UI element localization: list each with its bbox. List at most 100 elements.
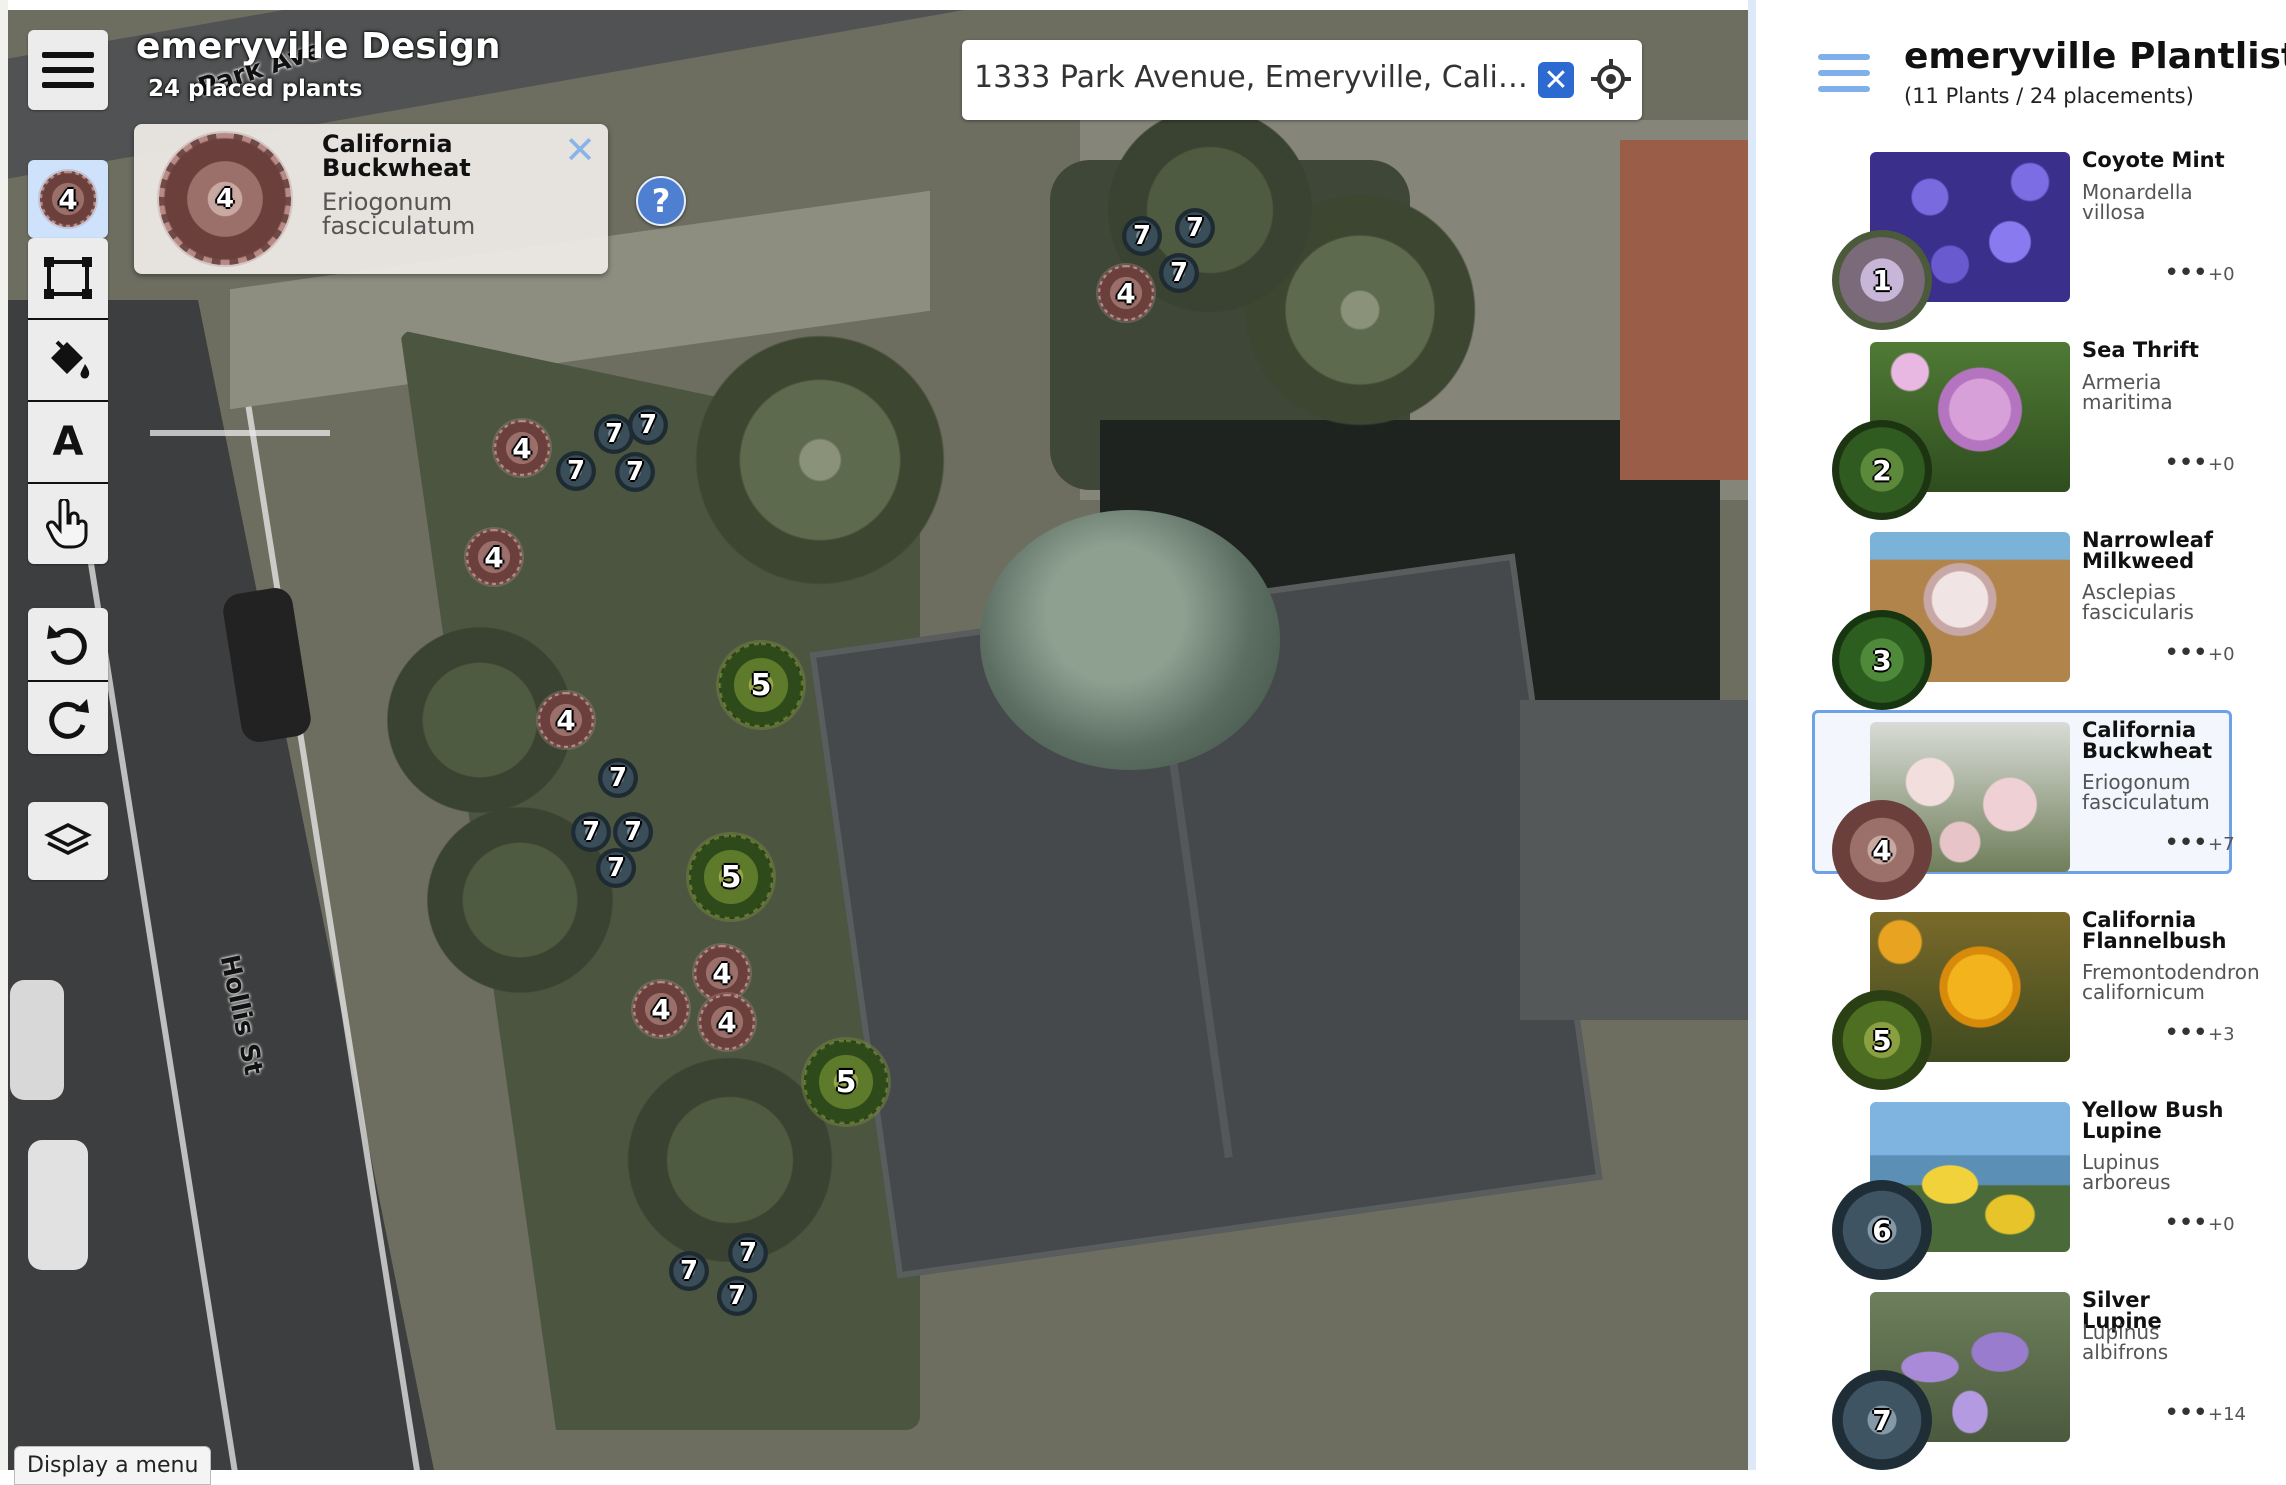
plant-marker-4[interactable]: 4: [1098, 265, 1154, 321]
placed-plants-count: 24 placed plants: [148, 76, 363, 102]
plant-scientific-name: Lupinus arboreus: [2082, 1150, 2171, 1194]
plant-scientific-name: Armeria maritima: [2082, 370, 2173, 414]
plant-marker-5[interactable]: 5: [719, 643, 803, 727]
undo-icon: [47, 625, 87, 665]
active-plant-icon: 4: [40, 171, 96, 227]
more-options-icon[interactable]: •••: [2164, 448, 2208, 478]
more-options-icon[interactable]: •••: [2164, 1208, 2208, 1238]
plant-marker-7[interactable]: 7: [598, 758, 638, 798]
layers-icon: [44, 823, 92, 855]
plant-marker-7[interactable]: 7: [1122, 216, 1162, 256]
rectangle-tool[interactable]: [28, 238, 108, 320]
plant-marker-7[interactable]: 7: [1159, 253, 1199, 293]
placement-count: +0: [2208, 1214, 2235, 1235]
selected-plant-card[interactable]: 4 California Buckwheat Eriogonum fascicu…: [134, 124, 608, 274]
plant-scientific-name: Lupinus albifrons: [2082, 1320, 2169, 1364]
design-title: emeryville Design: [136, 26, 501, 67]
placement-count: +14: [2208, 1404, 2246, 1425]
plant-marker-4[interactable]: 4: [699, 994, 755, 1050]
help-button[interactable]: ?: [636, 176, 686, 226]
more-options-icon[interactable]: •••: [2164, 638, 2208, 668]
plant-badge-5: 5: [1832, 990, 1932, 1090]
more-options-icon[interactable]: •••: [2164, 258, 2208, 288]
plantlist-title: emeryville Plantlist: [1904, 36, 2286, 77]
plant-item-california-flannelbush[interactable]: 5 California Flannelbush Fremontodendron…: [1812, 900, 2260, 1090]
plant-marker-5[interactable]: 5: [689, 835, 773, 919]
dome: [980, 510, 1280, 770]
undo-button[interactable]: [28, 608, 108, 682]
more-options-icon[interactable]: •••: [2164, 1398, 2208, 1428]
plant-badge-7: 7: [1832, 1370, 1932, 1470]
plant-marker-7[interactable]: 7: [556, 451, 596, 491]
search-input[interactable]: 1333 Park Avenue, Emeryville, California: [974, 60, 1534, 95]
plant-marker-7[interactable]: 7: [615, 452, 655, 492]
annex-roof: [1520, 700, 1748, 1020]
tool-group: A: [28, 238, 108, 564]
plant-badge-3: 3: [1832, 610, 1932, 710]
plant-common-name: Yellow Bush Lupine: [2082, 1098, 2224, 1143]
brick-roof: [1620, 140, 1748, 480]
menu-tooltip: Display a menu: [14, 1446, 212, 1485]
plant-badge-2: 2: [1832, 420, 1932, 520]
address-search: 1333 Park Avenue, Emeryville, California…: [962, 40, 1642, 120]
plant-marker-4[interactable]: 4: [694, 945, 750, 1001]
plant-badge-1: 1: [1832, 230, 1932, 330]
plant-item-coyote-mint[interactable]: 1 Coyote Mint Monardella villosa ••• +0: [1812, 140, 2235, 330]
selected-plant-common-name: California Buckwheat: [322, 130, 471, 182]
more-options-icon[interactable]: •••: [2164, 1018, 2208, 1048]
text-tool-icon: A: [52, 419, 84, 465]
lane-line: [150, 430, 330, 436]
active-plant-button[interactable]: 4: [28, 160, 108, 238]
placement-count: +3: [2208, 1024, 2235, 1045]
plant-common-name: California Flannelbush: [2082, 908, 2227, 953]
placement-count: +0: [2208, 454, 2235, 475]
plant-marker-7[interactable]: 7: [728, 1233, 768, 1273]
plant-marker-7[interactable]: 7: [1175, 208, 1215, 248]
more-options-icon[interactable]: •••: [2164, 828, 2208, 858]
fill-tool[interactable]: [28, 320, 108, 402]
plant-badge-6: 6: [1832, 1180, 1932, 1280]
plant-item-yellow-bush-lupine[interactable]: 6 Yellow Bush Lupine Lupinus arboreus ••…: [1812, 1090, 2235, 1280]
plant-marker-7[interactable]: 7: [717, 1276, 757, 1316]
hand-pointer-icon: [46, 499, 88, 549]
plant-item-silver-lupine[interactable]: 7 Silver Lupine Lupinus albifrons ••• +1…: [1812, 1280, 2246, 1470]
left-strip: [0, 0, 8, 1470]
plant-marker-4[interactable]: 4: [494, 420, 550, 476]
plant-scientific-name: Eriogonum fasciculatum: [2082, 770, 2210, 814]
plant-common-name: Sea Thrift: [2082, 338, 2199, 362]
palm-tree: [680, 320, 960, 600]
plant-marker-4[interactable]: 4: [466, 529, 522, 585]
rectangle-select-icon: [44, 257, 92, 299]
locate-icon[interactable]: [1590, 58, 1632, 100]
plant-marker-4[interactable]: 4: [538, 692, 594, 748]
plant-marker-5[interactable]: 5: [804, 1040, 888, 1124]
plant-item-narrowleaf-milkweed[interactable]: 3 Narrowleaf Milkweed Asclepias fascicul…: [1812, 520, 2235, 710]
layers-button[interactable]: [28, 802, 108, 880]
pan-tool[interactable]: [28, 484, 108, 564]
plantlist-subtitle: (11 Plants / 24 placements): [1904, 84, 2194, 108]
plant-marker-7[interactable]: 7: [571, 812, 611, 852]
plant-common-name: Coyote Mint: [2082, 148, 2225, 172]
plant-common-name: California Buckwheat: [2082, 718, 2213, 763]
placement-count: +0: [2208, 644, 2235, 665]
plant-marker-7[interactable]: 7: [596, 848, 636, 888]
close-card-icon[interactable]: ✕: [564, 128, 596, 172]
plant-item-california-buckwheat[interactable]: 4 California Buckwheat Eriogonum fascicu…: [1812, 710, 2235, 900]
clear-search-icon[interactable]: ✕: [1538, 62, 1574, 98]
plant-marker-7[interactable]: 7: [613, 812, 653, 852]
history-group: [28, 608, 108, 754]
plantlist-menu-icon[interactable]: [1818, 54, 1870, 94]
plant-item-sea-thrift[interactable]: 2 Sea Thrift Armeria maritima ••• +0: [1812, 330, 2235, 520]
redo-button[interactable]: [28, 682, 108, 754]
selected-plant-scientific-name: Eriogonum fasciculatum: [322, 188, 476, 240]
menu-button[interactable]: [28, 30, 108, 110]
plant-marker-7[interactable]: 7: [628, 405, 668, 445]
placement-count: +0: [2208, 264, 2235, 285]
text-tool[interactable]: A: [28, 402, 108, 484]
plant-marker-4[interactable]: 4: [633, 981, 689, 1037]
car: [28, 1140, 88, 1270]
plant-badge-4: 4: [1832, 800, 1932, 900]
redo-icon: [49, 699, 89, 739]
selected-plant-marker: 4: [159, 133, 291, 265]
plant-marker-7[interactable]: 7: [669, 1251, 709, 1291]
